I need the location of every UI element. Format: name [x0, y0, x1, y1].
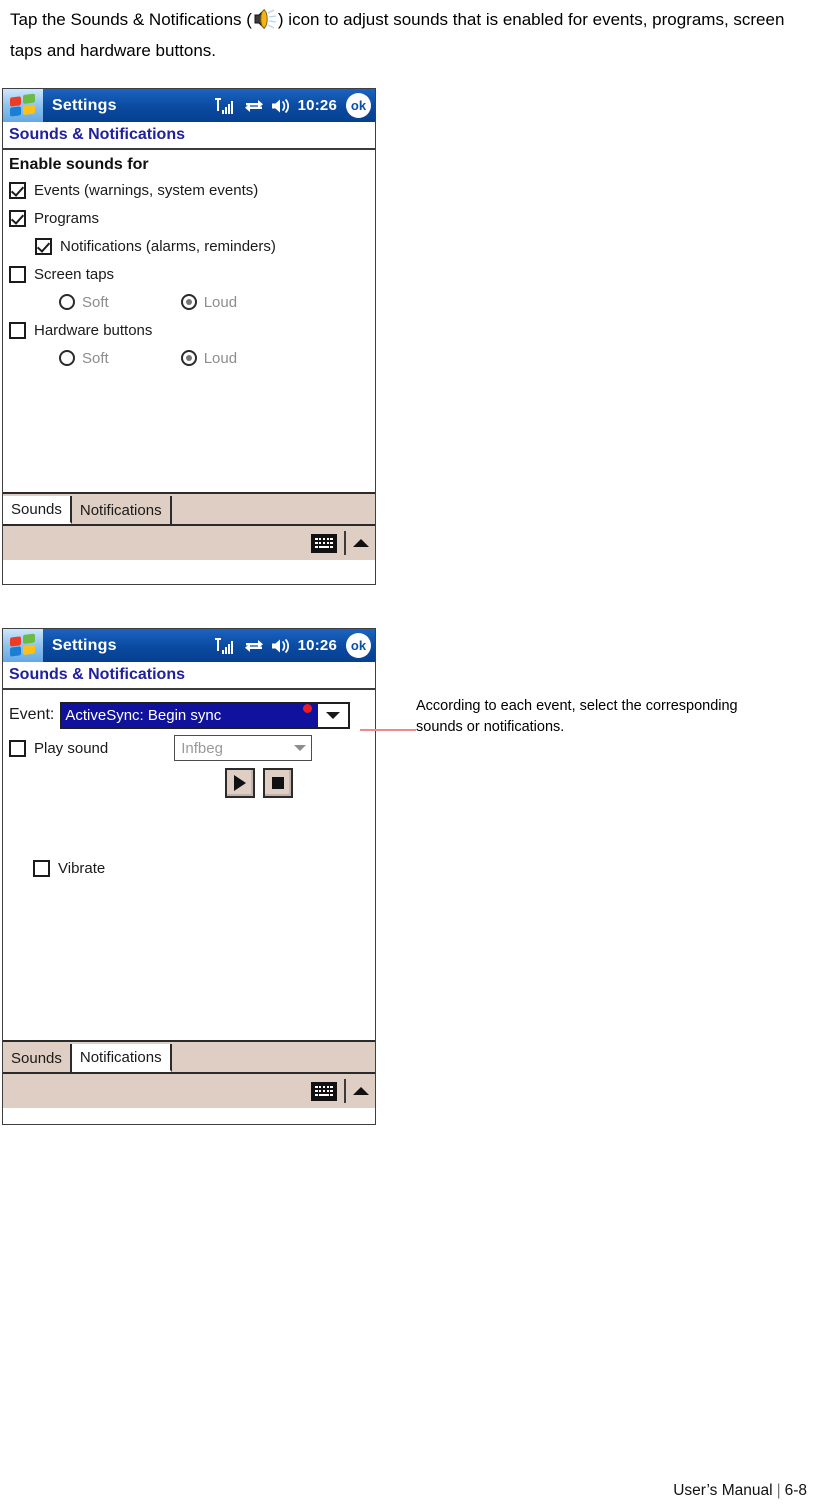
ok-button[interactable]: ok — [346, 633, 371, 658]
titlebar-notifications: Settings 10:26 ok — [3, 629, 375, 662]
tab-notifications[interactable]: Notifications — [71, 496, 172, 524]
stop-icon — [272, 777, 284, 789]
checkbox-hardware-buttons[interactable] — [9, 321, 26, 339]
tab-sounds[interactable]: Sounds — [3, 496, 72, 524]
pda-screenshot-sounds: Settings 10:26 ok Sounds & Notifications… — [2, 88, 376, 585]
event-selected-value: ActiveSync: Begin sync — [62, 703, 319, 727]
checkbox-label-notifications: Notifications (alarms, reminders) — [60, 237, 276, 255]
checkbox-events[interactable] — [9, 181, 26, 199]
checkbox-label-events: Events (warnings, system events) — [34, 181, 259, 199]
checkbox-play-sound[interactable] — [9, 739, 26, 757]
volume-speaker-icon[interactable] — [271, 638, 291, 654]
radio-hardware-loud[interactable] — [180, 350, 197, 366]
titlebar-clock: 10:26 — [297, 97, 337, 114]
titlebar-tray: 10:26 ok — [214, 89, 371, 122]
radio-hardware-soft[interactable] — [59, 350, 75, 366]
keyboard-icon[interactable] — [311, 533, 337, 553]
page-title: Sounds & Notifications — [3, 662, 375, 690]
checkbox-notifications[interactable] — [35, 237, 52, 255]
titlebar-clock: 10:26 — [297, 637, 337, 654]
radio-group-hardware-buttons: Soft Loud — [3, 344, 375, 372]
chevron-down-icon — [326, 711, 341, 719]
volume-speaker-icon[interactable] — [271, 98, 291, 114]
titlebar-tray: 10:26 ok — [214, 629, 371, 662]
checkbox-row-events[interactable]: Events (warnings, system events) — [3, 176, 375, 204]
tabstrip-notifications: Sounds Notifications — [3, 1040, 375, 1072]
signal-strength-icon[interactable] — [214, 97, 237, 114]
sounds-body: Enable sounds for Events (warnings, syst… — [3, 150, 375, 492]
up-arrow-icon[interactable] — [353, 1087, 369, 1095]
tabstrip-sounds: Sounds Notifications — [3, 492, 375, 524]
radio-option-hardware-loud[interactable]: Loud — [180, 349, 238, 367]
tab-notifications[interactable]: Notifications — [71, 1044, 172, 1072]
sound-transport-controls — [225, 768, 375, 798]
event-label: Event: — [9, 706, 55, 723]
footer-page-number: 6-8 — [784, 1482, 807, 1499]
windows-start-icon[interactable] — [3, 89, 43, 122]
up-arrow-icon[interactable] — [353, 539, 369, 547]
intro-paragraph: Tap the Sounds & Notifications () icon t… — [10, 4, 805, 66]
softbar-divider — [344, 531, 346, 555]
titlebar-title: Settings — [52, 96, 117, 114]
checkbox-label-hardware-buttons: Hardware buttons — [34, 321, 153, 339]
callout-text: According to each event, select the corr… — [416, 698, 738, 735]
radio-option-screen-taps-loud[interactable]: Loud — [180, 293, 238, 311]
pda-screenshot-notifications: Settings 10:26 ok Sounds & Notifications… — [2, 628, 376, 1125]
radio-label-hardware-soft: Soft — [82, 349, 109, 367]
radio-screen-taps-soft[interactable] — [59, 294, 75, 310]
callout-connector-line — [360, 729, 416, 731]
play-icon — [234, 775, 246, 791]
play-sound-row: Play sound Infbeg — [3, 732, 375, 764]
radio-label-hardware-loud: Loud — [203, 349, 238, 367]
chevron-down-icon — [294, 745, 307, 751]
ok-button[interactable]: ok — [346, 93, 371, 118]
checkbox-label-play-sound: Play sound — [34, 739, 109, 757]
checkbox-row-hardware-buttons[interactable]: Hardware buttons — [3, 316, 375, 344]
intro-text-before: Tap the Sounds & Notifications ( — [10, 10, 252, 29]
event-dropdown[interactable]: ActiveSync: Begin sync — [60, 701, 351, 729]
connectivity-icon[interactable] — [244, 98, 264, 114]
radio-group-screen-taps: Soft Loud — [3, 288, 375, 316]
radio-option-hardware-soft[interactable]: Soft — [59, 350, 109, 367]
radio-option-screen-taps-soft[interactable]: Soft — [59, 294, 109, 311]
connectivity-icon[interactable] — [244, 638, 264, 654]
checkbox-label-vibrate: Vibrate — [58, 859, 106, 877]
checkbox-row-screen-taps[interactable]: Screen taps — [3, 260, 375, 288]
sound-file-dropdown[interactable]: Infbeg — [174, 735, 313, 761]
group-title-enable-sounds: Enable sounds for — [9, 156, 149, 173]
footer-divider: | — [776, 1482, 781, 1499]
softbar-divider — [344, 1079, 346, 1103]
stop-button[interactable] — [263, 768, 293, 798]
page-title: Sounds & Notifications — [3, 122, 375, 150]
speaker-sound-icon — [252, 7, 278, 31]
checkbox-vibrate[interactable] — [33, 859, 50, 877]
page-footer: User’s Manual | 6-8 — [673, 1482, 807, 1500]
sound-file-value: Infbeg — [181, 739, 223, 757]
checkbox-row-vibrate[interactable]: Vibrate — [3, 854, 375, 882]
footer-manual-label: User’s Manual — [673, 1482, 773, 1499]
event-row: Event: ActiveSync: Begin sync — [3, 698, 375, 732]
softbar-sounds — [3, 524, 375, 560]
notifications-body: Event: ActiveSync: Begin sync Play sound… — [3, 698, 375, 1040]
checkbox-row-programs[interactable]: Programs — [3, 204, 375, 232]
callout-anchor-dot — [303, 703, 313, 713]
softbar-notifications — [3, 1072, 375, 1108]
checkbox-label-screen-taps: Screen taps — [34, 265, 115, 283]
radio-screen-taps-loud[interactable] — [180, 294, 197, 310]
event-dropdown-caret[interactable] — [318, 703, 349, 727]
titlebar-title: Settings — [52, 636, 117, 654]
keyboard-icon[interactable] — [311, 1081, 337, 1101]
signal-strength-icon[interactable] — [214, 637, 237, 654]
radio-label-screen-taps-soft: Soft — [82, 293, 109, 311]
checkbox-row-notifications[interactable]: Notifications (alarms, reminders) — [3, 232, 375, 260]
checkbox-label-programs: Programs — [34, 209, 100, 227]
windows-start-icon[interactable] — [3, 629, 43, 662]
radio-label-screen-taps-loud: Loud — [203, 293, 238, 311]
play-button[interactable] — [225, 768, 255, 798]
titlebar-sounds: Settings 10:26 ok — [3, 89, 375, 122]
tab-sounds[interactable]: Sounds — [3, 1044, 72, 1072]
checkbox-screen-taps[interactable] — [9, 265, 26, 283]
checkbox-programs[interactable] — [9, 209, 26, 227]
